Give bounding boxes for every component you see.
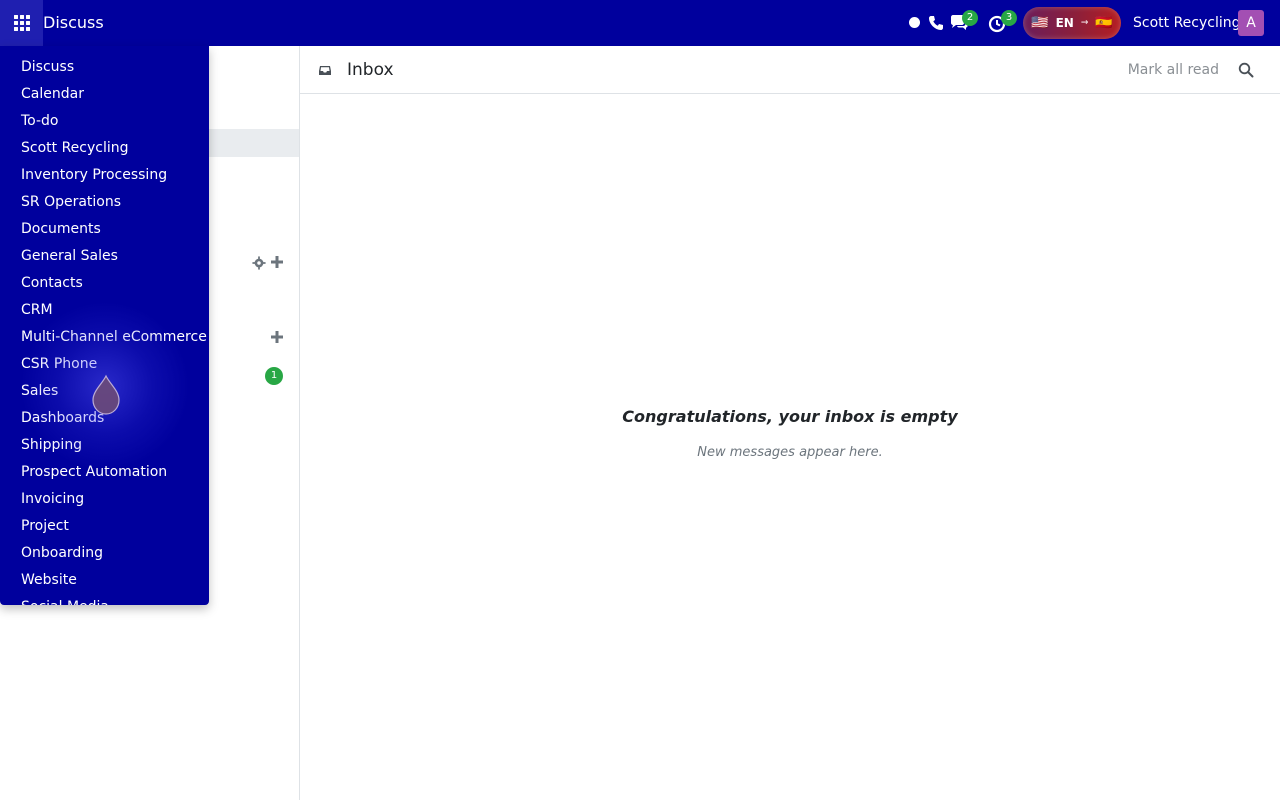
apps-menu-item[interactable]: Calendar bbox=[0, 81, 209, 108]
us-flag-icon: 🇺🇸 bbox=[1031, 15, 1049, 31]
messages-count-badge: 2 bbox=[962, 10, 978, 26]
add-channel-plus-icon[interactable] bbox=[270, 255, 284, 269]
apps-menu-item[interactable]: General Sales bbox=[0, 243, 209, 270]
search-icon[interactable] bbox=[1238, 62, 1254, 78]
apps-menu-item[interactable]: Scott Recycling bbox=[0, 135, 209, 162]
apps-menu-item[interactable]: Shipping bbox=[0, 432, 209, 459]
apps-menu-item[interactable]: Prospect Automation bbox=[0, 459, 209, 486]
empty-inbox-title: Congratulations, your inbox is empty bbox=[622, 407, 958, 426]
apps-menu-item[interactable]: Project bbox=[0, 513, 209, 540]
language-code: EN bbox=[1055, 16, 1074, 30]
apps-menu-item[interactable]: Inventory Processing bbox=[0, 162, 209, 189]
current-app-name[interactable]: Discuss bbox=[43, 0, 104, 46]
grid-icon bbox=[13, 15, 30, 31]
arrow-right-icon: → bbox=[1080, 18, 1089, 28]
thread-header: Inbox Mark all read bbox=[300, 46, 1280, 94]
unread-chat-badge: 1 bbox=[265, 367, 283, 385]
user-avatar[interactable]: A bbox=[1238, 10, 1264, 36]
apps-list: Discuss Calendar To-do Scott Recycling Inven… bbox=[0, 46, 209, 605]
apps-menu-item[interactable]: Invoicing bbox=[0, 486, 209, 513]
apps-dropdown-menu: Discuss Calendar To-do Scott Recycling Inven… bbox=[0, 46, 209, 605]
apps-menu-item[interactable]: To-do bbox=[0, 108, 209, 135]
company-switcher[interactable]: Scott Recycling bbox=[1133, 0, 1241, 46]
apps-menu-item[interactable]: Multi-Channel eCommerce bbox=[0, 324, 209, 351]
top-navbar: Discuss 2 3 🇺🇸 EN → 🇪🇸 Scott Recycling A bbox=[0, 0, 1280, 46]
phone-icon[interactable] bbox=[925, 12, 947, 34]
apps-menu-item[interactable]: CRM bbox=[0, 297, 209, 324]
apps-menu-item[interactable]: CSR Phone bbox=[0, 351, 209, 378]
apps-menu-button[interactable] bbox=[0, 0, 43, 46]
language-switcher[interactable]: 🇺🇸 EN → 🇪🇸 bbox=[1023, 7, 1121, 39]
apps-menu-item[interactable]: Documents bbox=[0, 216, 209, 243]
gear-icon[interactable] bbox=[252, 256, 266, 270]
mark-all-read-button[interactable]: Mark all read bbox=[1128, 46, 1219, 94]
main-content: Inbox Mark all read Congratulations, you… bbox=[300, 46, 1280, 800]
apps-menu-item[interactable]: Discuss bbox=[0, 54, 209, 81]
apps-menu-item[interactable]: Website bbox=[0, 567, 209, 594]
activities-count-badge: 3 bbox=[1001, 10, 1017, 26]
apps-menu-item[interactable]: Sales bbox=[0, 378, 209, 405]
page-title: Inbox bbox=[347, 60, 394, 80]
inbox-icon bbox=[319, 66, 331, 75]
apps-menu-item[interactable]: Contacts bbox=[0, 270, 209, 297]
presence-status-icon[interactable] bbox=[909, 17, 920, 28]
apps-menu-item[interactable]: Onboarding bbox=[0, 540, 209, 567]
spain-flag-icon: 🇪🇸 bbox=[1095, 15, 1113, 31]
apps-menu-item[interactable]: Dashboards bbox=[0, 405, 209, 432]
apps-menu-item[interactable]: SR Operations bbox=[0, 189, 209, 216]
add-chat-plus-icon[interactable] bbox=[270, 330, 284, 344]
empty-inbox-subtitle: New messages appear here. bbox=[697, 445, 883, 460]
apps-menu-item[interactable]: Social Media bbox=[0, 594, 209, 605]
